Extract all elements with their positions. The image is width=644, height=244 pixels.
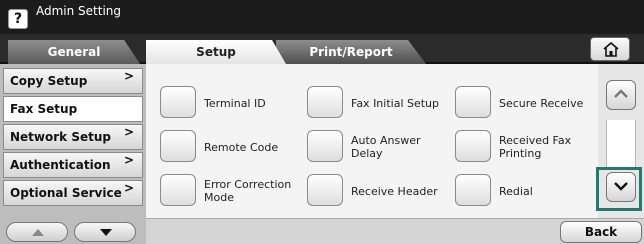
menu-item-fax-setup[interactable]: Fax Setup: [3, 96, 143, 122]
chevron-right-icon: >: [123, 125, 134, 139]
window-title: Admin Setting: [36, 4, 122, 18]
chevron-up-icon: [614, 89, 628, 98]
auto-answer-delay-button[interactable]: [307, 130, 343, 162]
menu-item-network-setup[interactable]: Network Setup >: [3, 124, 143, 150]
option-label: Receive Header: [351, 185, 438, 198]
option-label: Auto Answer Delay: [351, 134, 421, 160]
scroll-track[interactable]: [606, 120, 636, 170]
tab-strip: General Print/Report Setup: [0, 34, 644, 64]
option-label: Remote Code: [204, 141, 279, 154]
scroll-up-button[interactable]: [606, 80, 636, 110]
help-button[interactable]: ?: [8, 9, 28, 29]
option-label: Error Correction Mode: [204, 178, 292, 204]
menu-scroll-down-button[interactable]: [74, 222, 136, 242]
tab-general[interactable]: General: [8, 40, 140, 64]
option-label: Fax Initial Setup: [351, 97, 440, 110]
home-icon: [603, 42, 619, 57]
option-label: Secure Receive: [499, 97, 584, 110]
error-correction-mode-button[interactable]: [160, 174, 196, 206]
back-button[interactable]: Back: [560, 221, 642, 243]
menu-item-label: Optional Service: [10, 186, 122, 200]
menu-scroll-up-button[interactable]: [6, 222, 68, 242]
option-label: Terminal ID: [204, 97, 266, 110]
triangle-down-icon: [100, 229, 112, 236]
menu-item-label: Network Setup: [10, 130, 111, 144]
bottom-bar: Back: [146, 218, 644, 244]
menu-item-authentication[interactable]: Authentication >: [3, 152, 143, 178]
menu-item-label: Copy Setup: [10, 74, 88, 88]
chevron-right-icon: >: [123, 69, 134, 83]
redial-button[interactable]: [455, 174, 491, 206]
chevron-right-icon: >: [123, 153, 134, 167]
tab-setup[interactable]: Setup: [146, 40, 286, 64]
menu-item-label: Fax Setup: [10, 102, 78, 116]
receive-header-button[interactable]: [307, 174, 343, 206]
menu-item-copy-setup[interactable]: Copy Setup >: [3, 68, 143, 94]
fax-initial-setup-button[interactable]: [307, 86, 343, 118]
home-button[interactable]: [590, 37, 630, 61]
remote-code-button[interactable]: [160, 130, 196, 162]
option-label: Received Fax Printing: [499, 134, 572, 160]
chevron-right-icon: >: [123, 181, 134, 195]
title-bar: ? Admin Setting: [0, 0, 644, 34]
triangle-up-icon: [32, 229, 44, 236]
admin-setting-screen: ? Admin Setting General Print/Report Set…: [0, 0, 644, 244]
option-label: Redial: [499, 185, 533, 198]
menu-item-label: Authentication: [10, 158, 111, 172]
options-panel: Terminal ID Fax Initial Setup Secure Rec…: [146, 64, 598, 218]
focus-highlight: [596, 167, 642, 211]
secure-receive-button[interactable]: [455, 86, 491, 118]
menu-item-optional-service[interactable]: Optional Service >: [3, 180, 143, 206]
terminal-id-button[interactable]: [160, 86, 196, 118]
tab-print-report[interactable]: Print/Report: [276, 40, 426, 64]
received-fax-printing-button[interactable]: [455, 130, 491, 162]
left-menu-scroll: [0, 218, 146, 244]
left-menu: Copy Setup > Fax Setup Network Setup > A…: [0, 64, 146, 218]
